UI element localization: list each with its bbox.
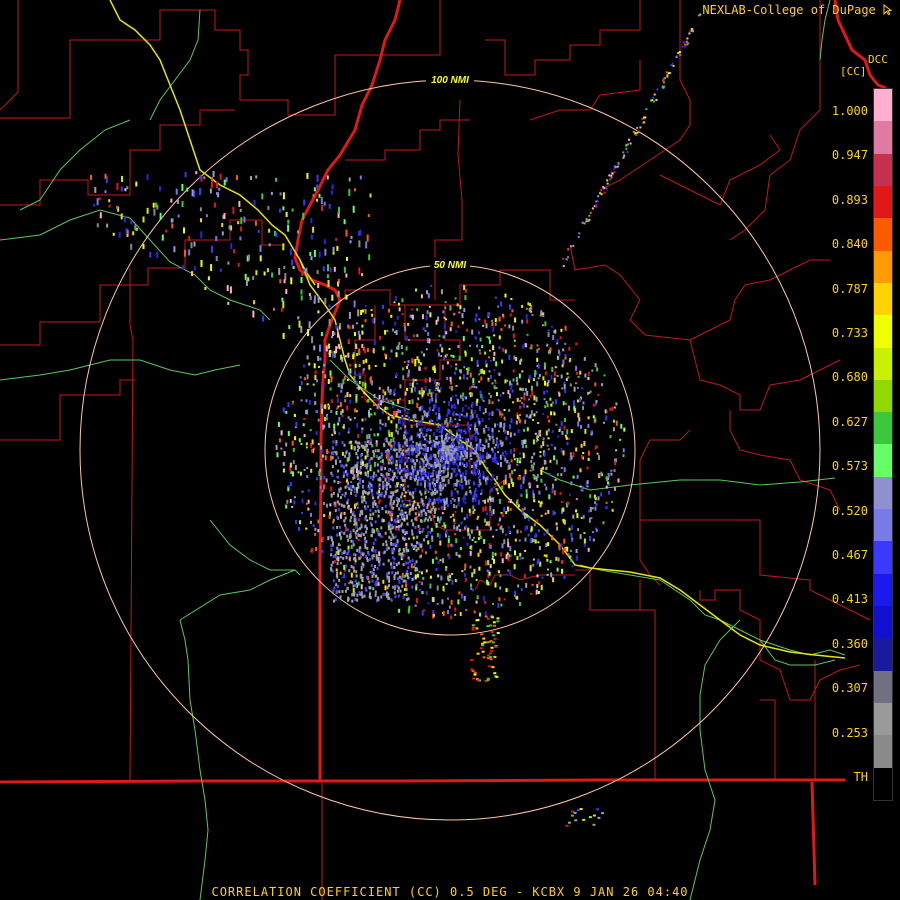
credit-text: NEXLAB-College of DuPage [702,3,876,17]
legend-color-segment [874,670,892,703]
legend-unit-label: [CC] [840,65,867,78]
legend-color-bar [873,88,893,801]
legend-color-segment [874,347,892,380]
legend-tick-label: TH [853,770,868,784]
legend-tick-label: 0.573 [831,459,868,474]
legend-tick-label: 0.893 [831,192,868,207]
legend-product-code: DCC [868,53,888,66]
legend-color-segment [874,702,892,736]
legend-color-segment [874,412,892,445]
legend-tick-label: 0.627 [831,414,868,429]
legend-color-segment [874,282,892,316]
legend-tick-label: 0.520 [831,503,868,518]
legend-color-segment [874,185,892,219]
legend-tick-label: 0.413 [831,592,868,607]
legend-color-segment [874,444,892,477]
legend-color-segment [874,509,892,542]
legend-color-segment [874,89,892,122]
legend-tick-label: 0.733 [831,326,868,340]
legend-tick-label: 0.253 [831,725,868,740]
legend-color-segment [874,638,892,671]
legend-color-segment [874,606,892,639]
radar-map: 100 NMI 50 NMI [0,0,900,900]
legend-color-segment [874,767,892,800]
legend-tick-label: 0.307 [831,681,868,696]
legend-tick-label: 0.467 [831,548,868,562]
legend-color-segment [874,379,892,413]
legend-tick-label: 0.360 [831,636,868,651]
legend-color-segment [874,250,892,283]
legend-tick-label: 0.840 [831,237,868,252]
credit-label: NEXLAB-College of DuPage [702,3,893,17]
range-ring-100nmi-label: 100 NMI [431,75,469,86]
legend-color-segment [874,315,892,348]
product-caption: CORRELATION COEFFICIENT (CC) 0.5 DEG - K… [211,885,689,899]
legend-tick-label: 0.947 [831,148,868,163]
legend-color-segment [874,735,892,768]
legend-tick-label: 1.000 [831,104,868,118]
range-ring-50nmi-label: 50 NMI [434,260,466,271]
legend-color-segment [874,573,892,606]
cursor-arrow-icon [883,3,893,16]
legend-color-segment [874,541,892,574]
legend-color-segment [874,476,892,510]
legend-tick-label: 0.787 [831,281,868,296]
legend-color-segment [874,153,892,186]
legend-color-segment [874,121,892,154]
legend-tick-label: 0.680 [831,370,868,385]
legend-color-segment [874,218,892,251]
